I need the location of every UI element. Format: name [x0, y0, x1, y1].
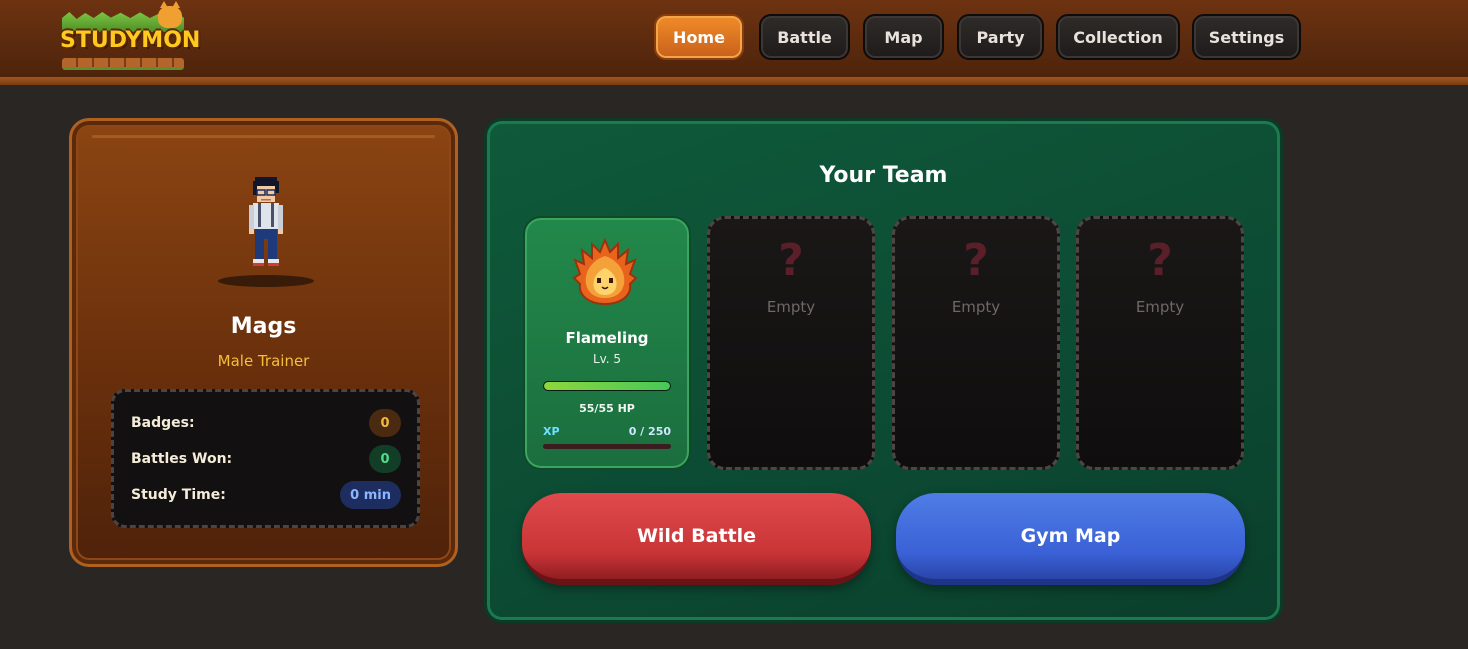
empty-slot-label: Empty [766, 298, 816, 316]
trainer-stats-box: Badges: 0 Battles Won: 0 Study Time: 0 m… [111, 389, 420, 528]
team-slot-1[interactable]: Flameling Lv. 5 55/55 HP XP 0 / 250 [523, 216, 691, 470]
team-panel: Your Team Flameling Lv. 5 55/55 HP XP 0 … [484, 118, 1283, 623]
logo-bricks-decoration [62, 58, 184, 70]
xp-value: 0 / 250 [628, 425, 671, 438]
battles-won-count-badge: 0 [369, 445, 401, 473]
trainer-card: Mags Male Trainer Badges: 0 Battles Won:… [69, 118, 458, 567]
stat-row-battles-won: Battles Won: 0 [131, 445, 401, 473]
empty-slot-label: Empty [951, 298, 1001, 316]
study-time-badge: 0 min [340, 481, 401, 509]
team-slot-4[interactable]: ? Empty [1076, 216, 1244, 470]
hp-bar [543, 381, 671, 391]
nav-home-button[interactable]: Home [654, 14, 744, 60]
hp-text: 55/55 HP [579, 402, 635, 415]
stat-row-badges: Badges: 0 [131, 409, 401, 437]
empty-slot-label: Empty [1135, 298, 1185, 316]
xp-bar [543, 444, 671, 449]
nav-settings-button[interactable]: Settings [1192, 14, 1301, 60]
cat-icon [158, 1, 182, 28]
nav-collection-button[interactable]: Collection [1056, 14, 1180, 60]
stat-label: Study Time: [131, 487, 226, 503]
xp-label: XP [543, 425, 560, 438]
top-bar-rim [0, 77, 1468, 85]
team-slot-2[interactable]: ? Empty [707, 216, 875, 470]
studymon-logo[interactable]: STUDYMON [58, 1, 201, 72]
flame-creature-icon [572, 238, 638, 306]
question-mark-icon: ? [778, 235, 804, 286]
stat-row-study-time: Study Time: 0 min [131, 481, 401, 509]
stat-label: Battles Won: [131, 451, 233, 467]
badges-count-badge: 0 [369, 409, 401, 437]
hp-bar-fill [544, 382, 670, 390]
trainer-name: Mags [230, 314, 297, 339]
gym-map-button[interactable]: Gym Map [896, 493, 1245, 585]
question-mark-icon: ? [963, 235, 989, 286]
team-title: Your Team [819, 163, 948, 188]
monster-level: Lv. 5 [592, 352, 622, 366]
logo-text: STUDYMON [60, 28, 201, 53]
trainer-sprite-icon [249, 177, 283, 266]
wild-battle-button[interactable]: Wild Battle [522, 493, 871, 585]
sprite-shadow [218, 275, 314, 287]
nav-battle-button[interactable]: Battle [759, 14, 850, 60]
monster-name: Flameling [565, 329, 649, 347]
stat-label: Badges: [131, 415, 195, 431]
xp-row: XP 0 / 250 [543, 425, 671, 439]
nav-map-button[interactable]: Map [863, 14, 944, 60]
nav-party-button[interactable]: Party [957, 14, 1044, 60]
card-trim [92, 135, 435, 138]
team-slot-3[interactable]: ? Empty [892, 216, 1060, 470]
question-mark-icon: ? [1147, 235, 1173, 286]
trainer-title: Male Trainer [217, 352, 310, 370]
